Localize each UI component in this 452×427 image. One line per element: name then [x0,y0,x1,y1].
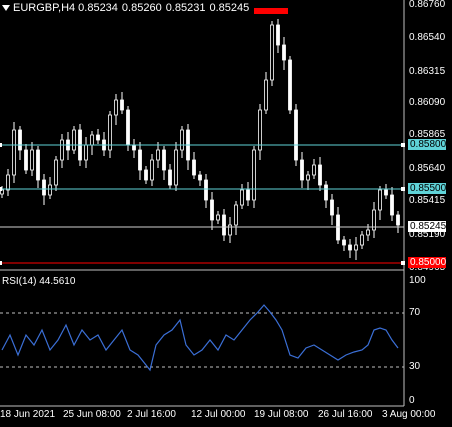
level-handle [401,261,405,265]
candle-body [42,179,46,196]
candle-body [114,99,118,116]
level-handle [401,187,405,191]
candle-body [210,199,214,221]
candle-body [132,144,136,151]
candle-body [348,244,352,251]
candle-body [96,134,100,141]
current-price-tag: 0.85245 [408,221,447,232]
candle-body [198,174,202,181]
time-axis-label: 26 Jul 16:00 [318,409,373,420]
price-axis-label: 0.86090 [409,97,446,108]
high-price: 0.85260 [121,2,162,14]
candle-body [294,109,298,161]
rsi-axis-label: 0 [409,395,415,406]
candle-body [174,149,178,186]
candle-body [36,149,40,181]
candle-body [384,189,388,196]
candle-body [396,214,400,226]
candle-body [288,59,292,111]
candle-body [192,159,196,176]
candle-body [84,144,88,161]
lower-level-tag: 0.85000 [408,257,447,268]
candle-body [12,129,16,176]
candle-body [60,139,64,161]
rsi-axis-label: 70 [409,307,421,318]
time-axis-label: 12 Jul 00:00 [191,409,246,420]
dropdown-triangle-icon [2,5,10,11]
price-axis-label: 0.86760 [409,0,446,10]
candle-body [144,169,148,181]
candle-body [378,189,382,211]
level-handle [0,261,2,265]
candle-body [282,44,286,61]
candle-body [306,174,310,181]
level-handle [0,143,2,147]
candle-body [258,109,262,151]
symbol-label: EURGBP,H4 [13,2,76,14]
candle-body [324,184,328,201]
candle-body [138,149,142,171]
candle-body [246,189,250,201]
rsi-axis-label: 100 [409,275,426,286]
time-axis-label: 25 Jun 08:00 [63,409,121,420]
candle-body [120,99,124,111]
candle-body [180,129,184,151]
low-price: 0.85231 [165,2,206,14]
price-axis-label: 0.86540 [409,32,446,43]
candle-body [18,129,22,151]
time-axis-label: 3 Aug 00:00 [382,409,436,420]
price-axis-label: 0.85415 [409,195,446,206]
candle-body [6,174,10,191]
price-chart[interactable] [0,0,452,427]
candle-body [156,149,160,161]
candle-body [30,149,34,171]
candle-body [72,129,76,151]
candle-body [318,164,322,186]
candle-body [234,204,238,226]
time-axis-label: 2 Jul 16:00 [127,409,176,420]
candle-body [216,214,220,221]
upper-level-tag: 0.85800 [408,139,447,150]
candle-body [264,79,268,111]
candle-body [354,244,358,251]
chart-header: EURGBP,H4 0.85234 0.85260 0.85231 0.8524… [2,2,253,14]
level-handle [401,143,405,147]
time-axis-label: 19 Jul 08:00 [254,409,309,420]
candle-body [276,24,280,46]
candle-body [342,239,346,246]
rsi-axis-label: 30 [409,361,421,372]
candle-body [162,149,166,171]
candle-body [90,134,94,146]
candle-body [390,194,394,216]
candle-body [270,24,274,81]
candle-body [360,234,364,246]
level-handle [0,187,2,191]
price-axis-label: 0.86315 [409,66,446,77]
candle-body [150,159,154,181]
candle-body [168,169,172,186]
candle-body [126,109,130,146]
candle-body [240,189,244,206]
candle-body [24,149,28,171]
candle-body [312,164,316,176]
rsi-label: RSI(14) 44.5610 [2,276,76,287]
candle-body [48,184,52,196]
candle-body [300,159,304,181]
candle-body [330,199,334,216]
candle-body [366,229,370,236]
middle-level-tag: 0.85500 [408,183,447,194]
high-marker [254,8,288,14]
candle-body [54,159,58,186]
candle-body [204,179,208,201]
candle-body [252,149,256,201]
close-price: 0.85245 [209,2,250,14]
candle-body [222,214,226,236]
open-price: 0.85234 [78,2,118,14]
time-axis-label: 18 Jun 2021 [0,409,56,420]
price-axis-label: 0.85640 [409,163,446,174]
